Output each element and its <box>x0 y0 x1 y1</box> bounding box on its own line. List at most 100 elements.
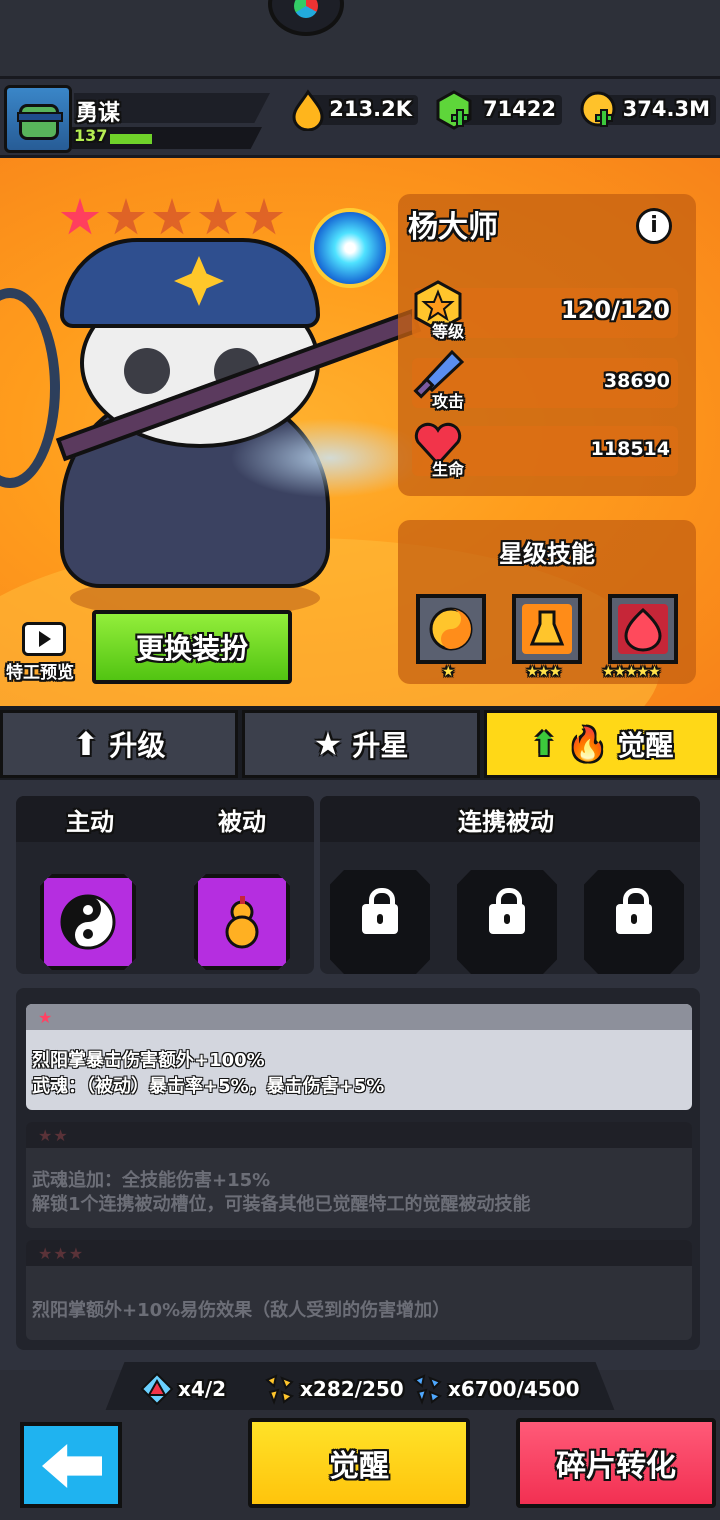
awaken-tier-1: ★ 烈阳掌暴击伤害额外+100% 武魂：（被动）暴击率+5%，暴击伤害+5% <box>26 1004 692 1110</box>
stat-value-attack: 38690 <box>603 370 670 392</box>
materials-bar: x4/2 x282/250 x6700/4500 <box>104 1362 616 1414</box>
stat-label-level: 等级 <box>432 322 465 341</box>
stat-row-level: 等级 120/120 <box>412 280 678 341</box>
star-skill-2[interactable] <box>512 594 582 664</box>
avatar[interactable] <box>4 85 72 153</box>
tab-upgrade-label: 升级 <box>109 729 166 762</box>
star-skills-panel: 星级技能 ★ ★★★ ★★★★★ <box>398 520 696 684</box>
agent-preview-button[interactable]: 特工预览 <box>6 620 84 683</box>
material-rune: x4/2 <box>140 1372 226 1406</box>
awaken-tier-3: ★★★ 烈阳掌额外+10%易伤效果（敌人受到的伤害增加） <box>26 1240 692 1340</box>
passive-skill-slot[interactable] <box>194 874 290 970</box>
star-icon: ★ <box>313 725 343 763</box>
awaken-flame-icon: 🔥 <box>567 725 608 763</box>
tab-star-up-label: 升星 <box>352 729 409 762</box>
info-icon[interactable]: i <box>636 208 672 244</box>
stat-label-attack: 攻击 <box>432 392 465 411</box>
xp-bar-fill <box>110 134 152 144</box>
top-strip <box>0 0 720 76</box>
player-level: 137 <box>74 126 108 145</box>
material-blue-fragment: x6700/4500 <box>410 1372 580 1406</box>
stat-row-hp: 生命 118514 <box>412 422 678 479</box>
tab-awaken[interactable]: ⬆ 🔥 觉醒 <box>484 710 720 778</box>
star-skill-3-stars: ★★★★★ <box>602 664 661 680</box>
fire-flask-icon <box>522 604 572 654</box>
agent-preview-label: 特工预览 <box>6 663 74 683</box>
gold-fragment-icon <box>265 1374 295 1405</box>
arrow-up-icon: ⬆ <box>72 725 100 763</box>
tab-awaken-label: 觉醒 <box>617 729 674 762</box>
star-icon <box>244 198 284 235</box>
linked-passive-slot-3[interactable] <box>584 870 684 974</box>
tier-1-line-2: 武魂：（被动）暴击率+5%，暴击伤害+5% <box>32 1076 385 1097</box>
stat-label-hp: 生命 <box>432 460 465 479</box>
resource-flame-value: 213.2K <box>329 97 412 121</box>
star-icon <box>60 198 100 235</box>
arrow-up-green-icon: ⬆ <box>530 725 558 763</box>
own-skills-box: 主动 被动 <box>16 796 314 974</box>
stat-value-level: 120/120 <box>561 296 670 324</box>
awaken-content: 主动 被动 连携被动 ★ 烈阳掌暴击伤害额外+100% 武魂：（被动）暴击率+5… <box>0 780 720 1370</box>
player-name: 勇谋 <box>76 101 121 126</box>
star-skill-2-stars: ★★★ <box>526 664 562 680</box>
star-icon <box>152 198 192 235</box>
awaken-tiers-list: ★ 烈阳掌暴击伤害额外+100% 武魂：（被动）暴击率+5%，暴击伤害+5% ★… <box>16 988 700 1350</box>
awaken-tier-2: ★★ 武魂追加：全技能伤害+15% 解锁1个连携被动槽位，可装备其他已觉醒特工的… <box>26 1122 692 1228</box>
passive-skill-title: 被动 <box>218 808 266 836</box>
tab-bar: ⬆ 升级 ★ 升星 ⬆ 🔥 觉醒 <box>0 706 720 780</box>
yinyang-paw-icon <box>60 894 116 950</box>
gourd-icon <box>225 896 259 949</box>
awaken-button[interactable]: 觉醒 <box>248 1418 470 1508</box>
player-header: 勇谋 137 213.2K 71422 374.3M <box>0 76 720 158</box>
back-button[interactable] <box>20 1422 122 1508</box>
lock-icon <box>362 888 398 934</box>
lock-icon <box>489 888 525 934</box>
tier-3-stars: ★★★ <box>38 1244 85 1263</box>
linked-passive-slot-2[interactable] <box>457 870 557 974</box>
linked-passive-slot-1[interactable] <box>330 870 430 974</box>
change-outfit-button[interactable]: 更换装扮 <box>92 610 292 684</box>
material-blue-fragment-count: x6700/4500 <box>448 1377 580 1401</box>
stat-row-attack: 攻击 38690 <box>412 350 678 411</box>
bottom-action-bar: 觉醒 碎片转化 <box>0 1410 720 1520</box>
green-gem-icon <box>436 90 472 130</box>
star-skill-3[interactable] <box>608 594 678 664</box>
tier-2-line-2: 解锁1个连携被动槽位，可装备其他已觉醒特工的觉醒被动技能 <box>32 1194 531 1215</box>
star-skill-1-stars: ★ <box>442 664 455 680</box>
linked-passive-title: 连携被动 <box>458 808 554 836</box>
yinyang-icon <box>429 607 473 651</box>
tier-1-line-1: 烈阳掌暴击伤害额外+100% <box>32 1050 265 1071</box>
hero-character-illustration <box>0 178 430 618</box>
star-icon <box>106 198 146 235</box>
material-rune-count: x4/2 <box>178 1377 227 1401</box>
triangle-rune-icon <box>140 1372 174 1406</box>
tier-2-line-1: 武魂追加：全技能伤害+15% <box>32 1170 271 1191</box>
resource-coin-value: 374.3M <box>622 97 710 121</box>
lock-icon <box>616 888 652 934</box>
star-skill-1[interactable] <box>416 594 486 664</box>
flame-drop-icon <box>292 89 324 131</box>
hero-name: 杨大师 <box>408 210 498 245</box>
star-skills-title: 星级技能 <box>499 540 595 568</box>
tab-upgrade[interactable]: ⬆ 升级 <box>0 710 238 778</box>
tab-star-up[interactable]: ★ 升星 <box>242 710 480 778</box>
linked-passive-box: 连携被动 <box>320 796 700 974</box>
tv-play-icon <box>22 622 66 656</box>
material-gold-fragment: x282/250 <box>262 1372 404 1406</box>
tier-2-stars: ★★ <box>38 1126 69 1145</box>
active-skill-slot[interactable] <box>40 874 136 970</box>
back-arrow-icon <box>42 1444 102 1488</box>
demon-flame-icon <box>618 604 668 654</box>
hero-star-rating <box>60 198 284 238</box>
hero-stats-panel: 杨大师 i 等级 120/120 攻击 38690 生命 118514 <box>398 194 696 496</box>
hero-panel: 特工预览 更换装扮 杨大师 i 等级 120/120 攻击 38690 生命 1… <box>0 158 720 706</box>
app-logo-icon <box>268 0 344 36</box>
stat-value-hp: 118514 <box>590 438 670 460</box>
fragment-convert-button[interactable]: 碎片转化 <box>516 1418 716 1508</box>
material-gold-fragment-count: x282/250 <box>300 1377 404 1401</box>
tier-3-line-1: 烈阳掌额外+10%易伤效果（敌人受到的伤害增加） <box>32 1300 451 1321</box>
blue-fragment-icon <box>413 1374 443 1405</box>
gold-coin-icon <box>580 91 616 127</box>
star-icon <box>198 198 238 235</box>
resource-gem-value: 71422 <box>482 97 556 121</box>
